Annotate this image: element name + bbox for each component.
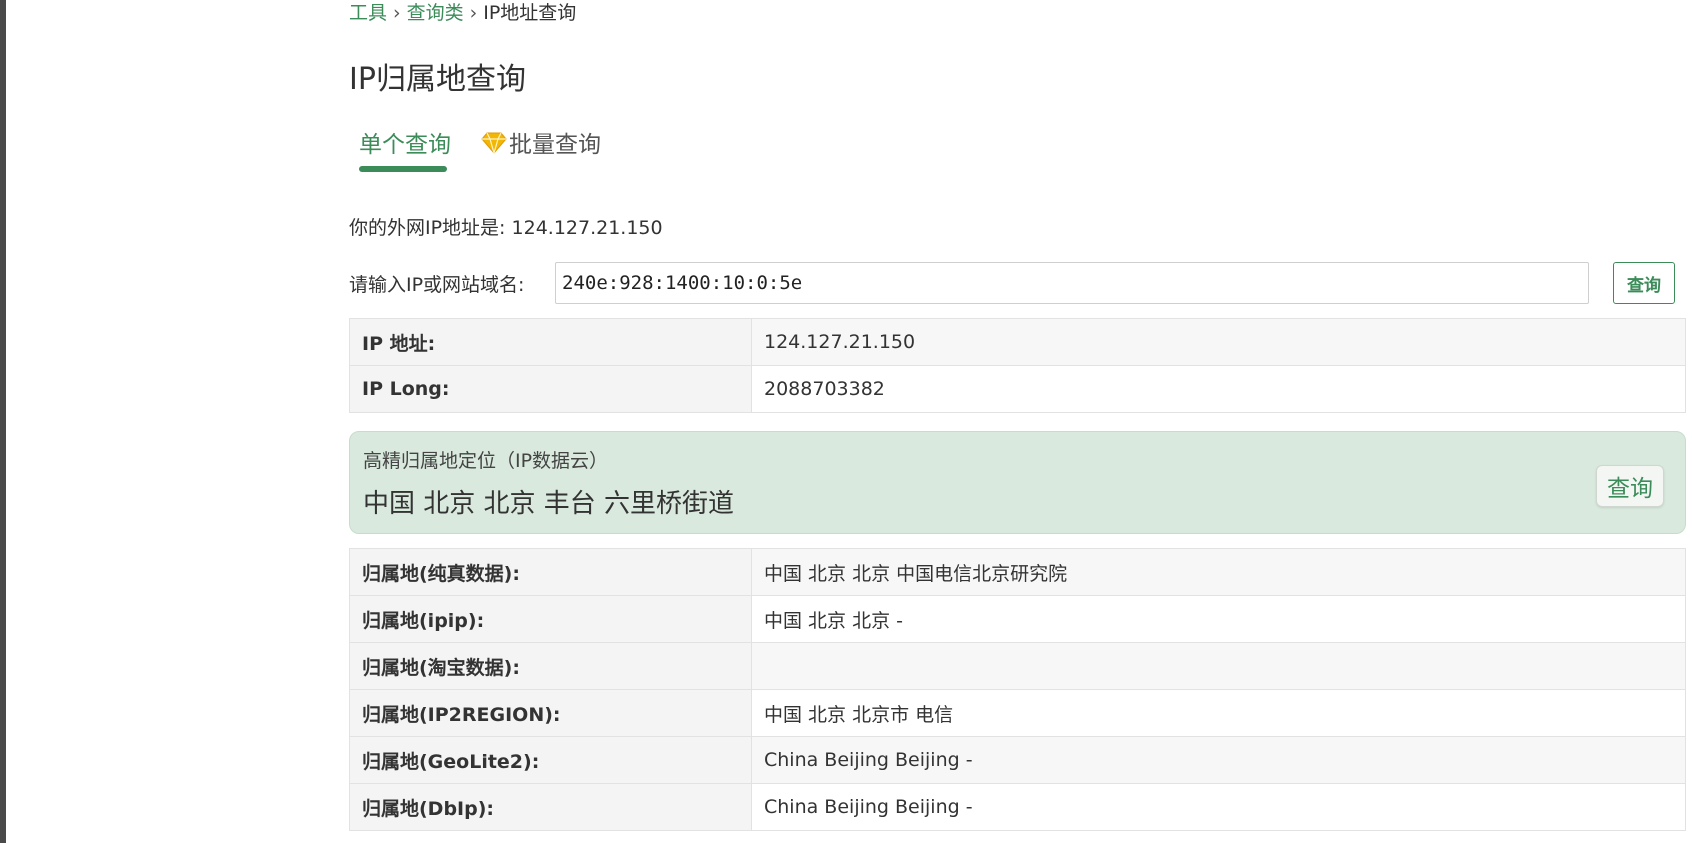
ip-long-value: 2088703382 bbox=[751, 365, 1686, 413]
location-value-ipip: 中国 北京 北京 - bbox=[751, 595, 1686, 643]
location-key-taobao: 归属地(淘宝数据): bbox=[349, 642, 752, 690]
table-row: 归属地(ipip): 中国 北京 北京 - bbox=[349, 595, 1686, 643]
precise-location-panel: 高精归属地定位（IP数据云） 中国 北京 北京 丰台 六里桥街道 查询 bbox=[349, 431, 1686, 534]
ip-domain-input[interactable] bbox=[555, 262, 1589, 304]
query-tabs: 单个查询 批量查询 bbox=[349, 125, 949, 175]
my-public-ip: 你的外网IP地址是: 124.127.21.150 bbox=[349, 213, 663, 243]
page-title: IP归属地查询 bbox=[349, 62, 526, 97]
location-key-ipip: 归属地(ipip): bbox=[349, 595, 752, 643]
tab-single-query[interactable]: 单个查询 bbox=[359, 125, 451, 172]
table-row: 归属地(DbIp): China Beijing Beijing - bbox=[349, 783, 1686, 831]
tab-batch-query-label: 批量查询 bbox=[509, 132, 601, 158]
tab-single-query-label: 单个查询 bbox=[359, 132, 451, 158]
query-button[interactable]: 查询 bbox=[1613, 262, 1675, 304]
precise-location-result: 中国 北京 北京 丰台 六里桥街道 bbox=[363, 489, 735, 519]
table-row: 归属地(淘宝数据): bbox=[349, 642, 1686, 690]
breadcrumb-link-tools[interactable]: 工具 bbox=[349, 2, 387, 24]
location-key-dbip: 归属地(DbIp): bbox=[349, 783, 752, 831]
query-form: 请输入IP或网站域名: 查询 bbox=[349, 262, 1679, 308]
table-row: 归属地(IP2REGION): 中国 北京 北京市 电信 bbox=[349, 689, 1686, 737]
ip-address-key: IP 地址: bbox=[349, 318, 752, 366]
precise-location-title: 高精归属地定位（IP数据云） bbox=[363, 450, 609, 472]
breadcrumb-separator: › bbox=[469, 2, 478, 24]
my-ip-value: 124.127.21.150 bbox=[511, 217, 663, 239]
breadcrumb-separator: › bbox=[393, 2, 401, 24]
location-value-geolite2: China Beijing Beijing - bbox=[751, 736, 1686, 784]
breadcrumb-link-query-category[interactable]: 查询类 bbox=[407, 2, 464, 24]
window-left-edge bbox=[0, 0, 6, 843]
table-row: 归属地(GeoLite2): China Beijing Beijing - bbox=[349, 736, 1686, 784]
table-row: IP 地址: 124.127.21.150 bbox=[349, 318, 1686, 366]
ip-long-key: IP Long: bbox=[349, 365, 752, 413]
location-value-ip2region: 中国 北京 北京市 电信 bbox=[751, 689, 1686, 737]
location-sources-table: 归属地(纯真数据): 中国 北京 北京 中国电信北京研究院 归属地(ipip):… bbox=[349, 548, 1686, 831]
diamond-icon bbox=[481, 128, 507, 168]
location-key-cz88: 归属地(纯真数据): bbox=[349, 548, 752, 596]
breadcrumb-current: IP地址查询 bbox=[483, 2, 577, 24]
location-value-dbip: China Beijing Beijing - bbox=[751, 783, 1686, 831]
precise-query-button[interactable]: 查询 bbox=[1596, 465, 1664, 507]
location-key-ip2region: 归属地(IP2REGION): bbox=[349, 689, 752, 737]
table-row: IP Long: 2088703382 bbox=[349, 365, 1686, 413]
ip-address-value: 124.127.21.150 bbox=[751, 318, 1686, 366]
location-key-geolite2: 归属地(GeoLite2): bbox=[349, 736, 752, 784]
location-value-cz88: 中国 北京 北京 中国电信北京研究院 bbox=[751, 548, 1686, 596]
query-input-label: 请输入IP或网站域名: bbox=[349, 274, 525, 296]
table-row: 归属地(纯真数据): 中国 北京 北京 中国电信北京研究院 bbox=[349, 548, 1686, 596]
active-tab-indicator bbox=[359, 166, 447, 172]
location-value-taobao bbox=[751, 642, 1686, 690]
tab-batch-query[interactable]: 批量查询 bbox=[481, 125, 601, 168]
my-ip-label: 你的外网IP地址是: bbox=[349, 217, 506, 239]
breadcrumb: 工具 › 查询类 › IP地址查询 bbox=[349, 0, 576, 26]
basic-info-table: IP 地址: 124.127.21.150 IP Long: 208870338… bbox=[349, 318, 1686, 413]
